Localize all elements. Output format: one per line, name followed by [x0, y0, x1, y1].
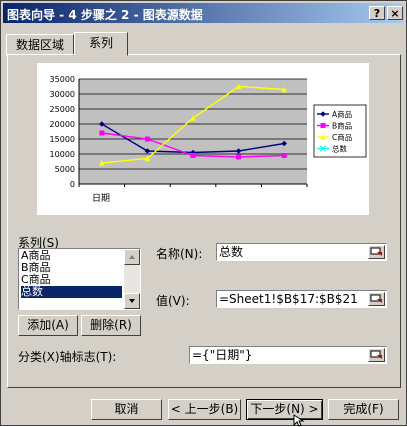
add-series-button[interactable]: 添加(A): [18, 315, 78, 336]
y-tick-label: 35000: [50, 75, 75, 84]
range-picker-button[interactable]: [368, 245, 385, 259]
y-tick-label: 20000: [50, 120, 75, 129]
y-tick-label: 10000: [50, 150, 75, 159]
range-picker-button[interactable]: [368, 292, 385, 306]
name-field[interactable]: 总数: [216, 243, 387, 261]
cancel-button[interactable]: 取消: [91, 399, 162, 420]
range-picker-button[interactable]: [368, 348, 385, 362]
values-field[interactable]: =Sheet1!$B$17:$B$21: [216, 290, 387, 308]
legend-entry: A商品: [332, 109, 352, 119]
data-point: [320, 123, 326, 128]
next-button[interactable]: 下一步(N) >: [246, 399, 323, 420]
name-field-label: 名称(N):: [156, 247, 203, 261]
range-picker-icon: [370, 247, 382, 256]
legend-entry: 总数: [332, 144, 347, 154]
series-list-item-selected[interactable]: 总数: [21, 286, 122, 298]
series-listbox[interactable]: A商品 B商品 C商品 总数: [18, 248, 141, 310]
y-tick-label: 0: [70, 180, 75, 189]
x-axis-label: 日期: [92, 193, 110, 204]
chart-svg: 0 5000 10000 15000 20000 25000 30000 35000 日期 A商品…: [50, 75, 367, 204]
back-button[interactable]: < 上一步(B): [168, 399, 241, 420]
y-tick-label: 5000: [55, 165, 75, 174]
y-tick-label: 25000: [50, 105, 75, 114]
title-bar: 图表向导 - 4 步骤之 2 - 图表源数据 ? ×: [3, 3, 404, 23]
data-point: [236, 154, 242, 160]
name-field-value: 总数: [219, 245, 244, 259]
category-axis-label: 分类(X)轴标志(T):: [18, 350, 117, 364]
delete-series-button[interactable]: 删除(R): [81, 315, 141, 336]
tab-data-range[interactable]: 数据区域: [6, 34, 74, 56]
tab-series[interactable]: 系列: [74, 32, 128, 56]
data-point: [99, 130, 105, 136]
data-point: [144, 136, 150, 142]
mouse-cursor-icon: [293, 414, 305, 427]
close-icon[interactable]: ×: [387, 6, 403, 20]
series-list-scrollbar[interactable]: [124, 249, 140, 309]
triangle-up-icon: [129, 255, 135, 259]
window-title: 图表向导 - 4 步骤之 2 - 图表源数据: [7, 8, 203, 22]
range-picker-icon: [370, 294, 382, 303]
legend-entry: C商品: [332, 132, 352, 142]
values-field-value: =Sheet1!$B$17:$B$21: [219, 292, 358, 306]
range-picker-icon: [370, 350, 382, 359]
help-icon[interactable]: ?: [369, 6, 385, 20]
scroll-up-button[interactable]: [124, 249, 140, 265]
values-field-label: 值(V):: [156, 294, 190, 308]
finish-button[interactable]: 完成(F): [328, 399, 399, 420]
chart-wizard-dialog: 图表向导 - 4 步骤之 2 - 图表源数据 ? × 数据区域 系列 0 5000…: [0, 0, 407, 427]
triangle-down-icon: [129, 299, 135, 303]
category-axis-value: ={"日期"}: [192, 348, 253, 362]
data-point: [190, 153, 196, 158]
category-axis-field[interactable]: ={"日期"}: [189, 346, 387, 364]
chart-preview: 0 5000 10000 15000 20000 25000 30000 35000 日期 A商品…: [37, 63, 369, 215]
y-tick-label: 30000: [50, 90, 75, 99]
legend-entry: B商品: [332, 121, 352, 131]
scroll-down-button[interactable]: [124, 293, 140, 309]
y-tick-label: 15000: [50, 135, 75, 144]
data-point: [281, 153, 287, 158]
